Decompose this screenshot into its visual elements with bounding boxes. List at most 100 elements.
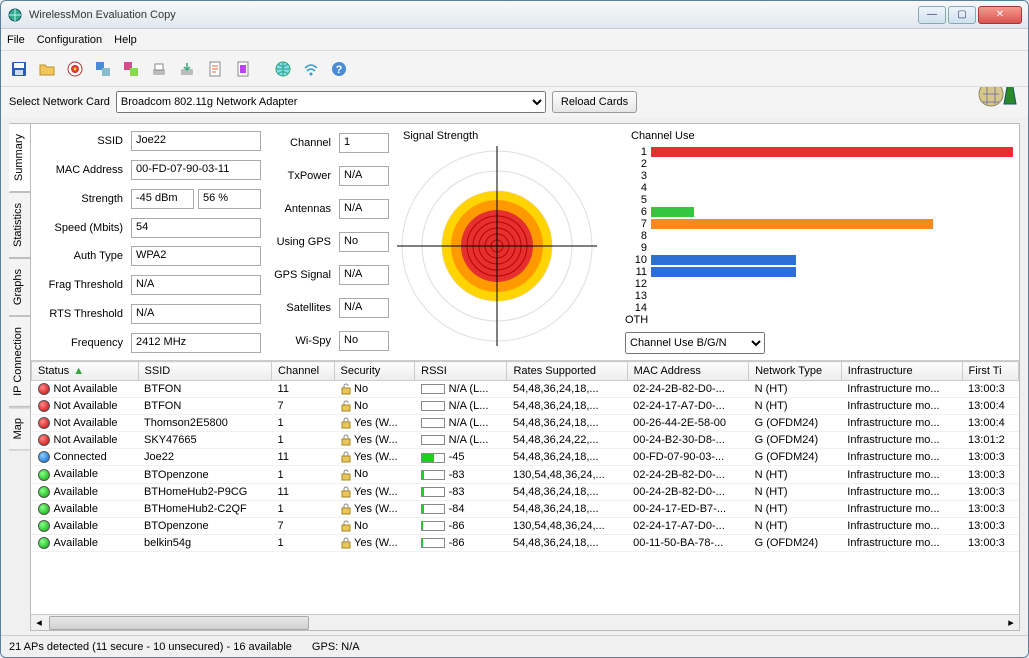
strength-dbm: -45 dBm	[131, 189, 194, 209]
app-icon	[7, 7, 23, 23]
channel-use-select[interactable]: Channel Use B/G/N	[625, 332, 765, 354]
rssi-meter	[421, 401, 445, 411]
rssi-meter	[421, 504, 445, 514]
channel-num: 1	[625, 146, 651, 158]
table-row[interactable]: AvailableBTHomeHub2-P9CG11Yes (W...-8354…	[32, 483, 1019, 500]
unlock-icon	[340, 469, 352, 481]
col-network-type[interactable]: Network Type	[749, 362, 842, 381]
col-mac[interactable]: MAC Address	[627, 362, 749, 381]
col-ssid[interactable]: SSID	[138, 362, 272, 381]
tool5-icon[interactable]	[119, 57, 143, 81]
reload-cards-button[interactable]: Reload Cards	[552, 91, 637, 113]
lock-icon	[340, 434, 352, 446]
unlock-icon	[340, 383, 352, 395]
wispy-label: Wi-Spy	[269, 335, 335, 347]
table-row[interactable]: AvailableBTHomeHub2-C2QF1Yes (W...-8454,…	[32, 500, 1019, 517]
maximize-button[interactable]: ▢	[948, 6, 976, 24]
tab-summary[interactable]: Summary	[9, 123, 31, 192]
wifi-icon[interactable]	[299, 57, 323, 81]
channel-num: 7	[625, 218, 651, 230]
status-gps: GPS: N/A	[312, 641, 360, 653]
status-dot-icon	[38, 451, 50, 463]
channel-num: 5	[625, 194, 651, 206]
rssi-meter	[421, 418, 445, 428]
col-security[interactable]: Security	[334, 362, 415, 381]
target-icon[interactable]	[63, 57, 87, 81]
channel-bar	[651, 207, 694, 217]
rssi-meter	[421, 384, 445, 394]
menu-help[interactable]: Help	[114, 34, 137, 46]
auth-value: WPA2	[131, 246, 261, 266]
table-row[interactable]: AvailableBTOpenzone7No-86130,54,48,36,24…	[32, 517, 1019, 534]
tool9-icon[interactable]	[231, 57, 255, 81]
table-row[interactable]: Not AvailableThomson2E58001Yes (W...N/A …	[32, 415, 1019, 432]
tab-statistics[interactable]: Statistics	[9, 192, 31, 258]
titlebar: WirelessMon Evaluation Copy — ▢ ✕	[1, 1, 1028, 29]
table-row[interactable]: Not AvailableSKY476651Yes (W...N/A (L...…	[32, 432, 1019, 449]
col-first-time[interactable]: First Ti	[962, 362, 1018, 381]
col-rssi[interactable]: RSSI	[415, 362, 507, 381]
tab-map[interactable]: Map	[9, 407, 31, 450]
channel-num: 2	[625, 158, 651, 170]
lock-icon	[340, 537, 352, 549]
auth-label: Auth Type	[37, 250, 127, 262]
tab-ip-connection[interactable]: IP Connection	[9, 316, 31, 407]
window-title: WirelessMon Evaluation Copy	[29, 9, 918, 21]
app-window: WirelessMon Evaluation Copy — ▢ ✕ File C…	[0, 0, 1029, 658]
ap-grid[interactable]: Status▲ SSID Channel Security RSSI Rates…	[31, 360, 1019, 614]
globe-icon[interactable]	[271, 57, 295, 81]
menubar: File Configuration Help	[1, 29, 1028, 51]
mac-label: MAC Address	[37, 164, 127, 176]
open-icon[interactable]	[35, 57, 59, 81]
frag-value: N/A	[131, 275, 261, 295]
tool6-icon[interactable]	[147, 57, 171, 81]
minimize-button[interactable]: —	[918, 6, 946, 24]
close-button[interactable]: ✕	[978, 6, 1022, 24]
status-dot-icon	[38, 417, 50, 429]
horizontal-scrollbar[interactable]: ◂ ▸	[31, 614, 1019, 630]
lock-icon	[340, 486, 352, 498]
channel-use-box: Channel Use 1234567891011121314OTH Chann…	[625, 130, 1013, 354]
col-rates[interactable]: Rates Supported	[507, 362, 627, 381]
status-dot-icon	[38, 383, 50, 395]
tool7-icon[interactable]	[175, 57, 199, 81]
signal-header: Signal Strength	[403, 130, 617, 142]
channel-bar	[651, 267, 796, 277]
tab-graphs[interactable]: Graphs	[9, 258, 31, 316]
save-icon[interactable]	[7, 57, 31, 81]
select-adapter-label: Select Network Card	[9, 96, 110, 108]
table-row[interactable]: Not AvailableBTFON7NoN/A (L...54,48,36,2…	[32, 398, 1019, 415]
table-row[interactable]: ConnectedJoe2211Yes (W...-4554,48,36,24,…	[32, 449, 1019, 466]
vertical-tabs: Summary Statistics Graphs IP Connection …	[9, 123, 31, 631]
status-dot-icon	[38, 486, 50, 498]
frag-label: Frag Threshold	[37, 279, 127, 291]
tool4-icon[interactable]	[91, 57, 115, 81]
table-row[interactable]: Availablebelkin54g1Yes (W...-8654,48,36,…	[32, 534, 1019, 551]
txpower-value: N/A	[339, 166, 389, 186]
menu-configuration[interactable]: Configuration	[37, 34, 102, 46]
status-dot-icon	[38, 520, 50, 532]
col-infrastructure[interactable]: Infrastructure	[841, 362, 962, 381]
channel-num: 9	[625, 242, 651, 254]
ssid-value: Joe22	[131, 131, 261, 151]
gps-label: Using GPS	[269, 236, 335, 248]
signal-radar-icon	[397, 146, 597, 346]
strength-pct: 56 %	[198, 189, 261, 209]
tool8-icon[interactable]	[203, 57, 227, 81]
channel-bar	[651, 147, 1013, 157]
gpssignal-label: GPS Signal	[269, 269, 335, 281]
channel-bar	[651, 219, 933, 229]
help-icon[interactable]: ?	[327, 57, 351, 81]
table-row[interactable]: AvailableBTOpenzone1No-83130,54,48,36,24…	[32, 466, 1019, 483]
channel-use-header: Channel Use	[631, 130, 1013, 142]
table-row[interactable]: Not AvailableBTFON11NoN/A (L...54,48,36,…	[32, 381, 1019, 398]
rssi-meter	[421, 521, 445, 531]
col-channel[interactable]: Channel	[272, 362, 335, 381]
adapter-select[interactable]: Broadcom 802.11g Network Adapter	[116, 91, 546, 113]
channel-num: 4	[625, 182, 651, 194]
gpssignal-value: N/A	[339, 265, 389, 285]
lock-icon	[340, 503, 352, 515]
col-status[interactable]: Status▲	[32, 362, 139, 381]
menu-file[interactable]: File	[7, 34, 25, 46]
channel-num: 3	[625, 170, 651, 182]
